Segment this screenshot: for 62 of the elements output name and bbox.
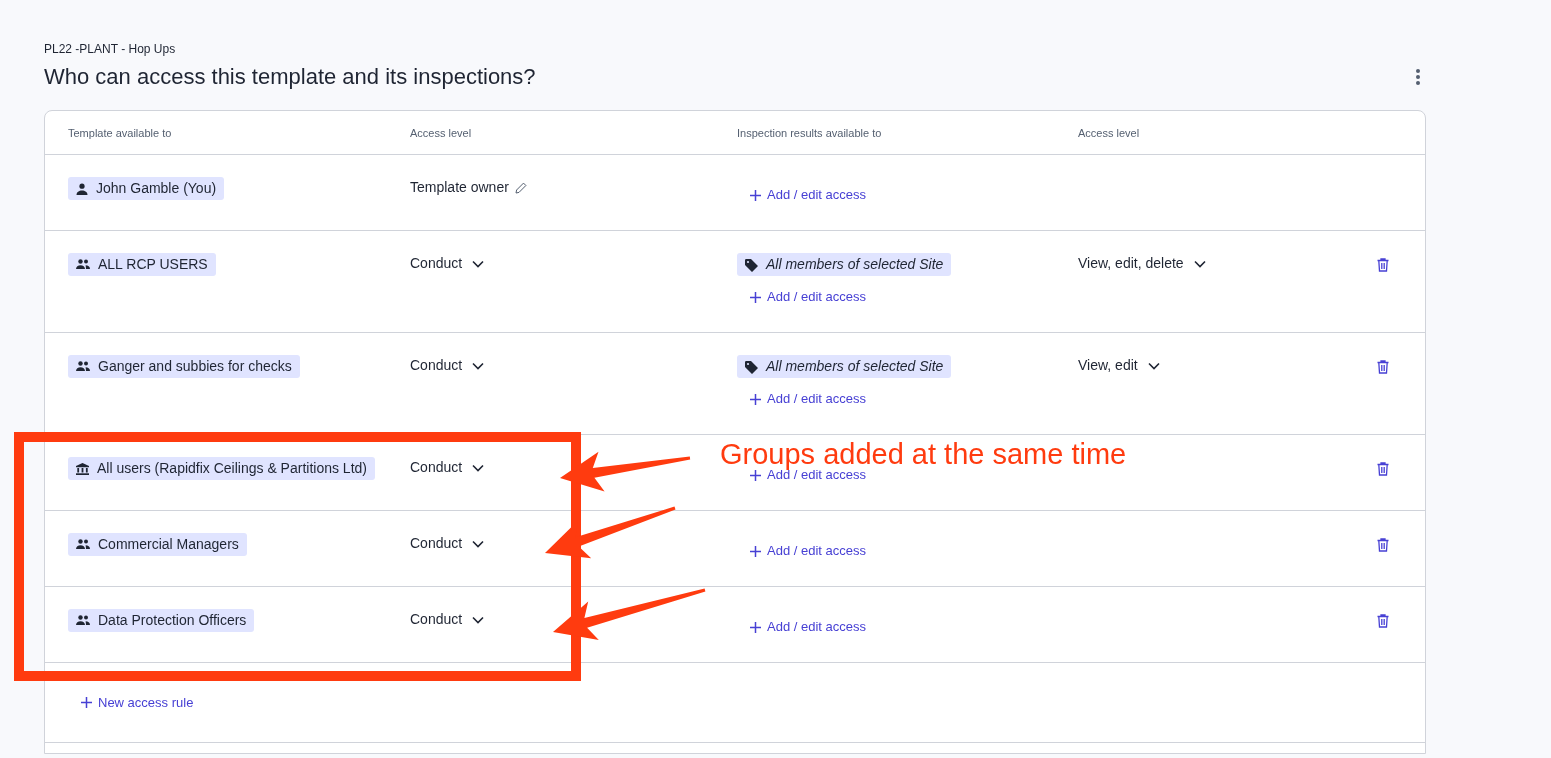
results-access-dropdown[interactable]: View, edit — [1078, 355, 1160, 377]
bank-icon — [76, 463, 89, 476]
principal-tag: Ganger and subbies for checks — [68, 355, 300, 379]
chevron-down-icon — [472, 615, 485, 624]
chevron-down-icon — [1147, 361, 1160, 370]
chevron-down-icon — [1193, 259, 1206, 268]
add-edit-access-link[interactable]: Add / edit access — [737, 386, 879, 413]
people-icon — [76, 539, 90, 550]
add-edit-access-link[interactable]: Add / edit access — [737, 182, 879, 209]
add-edit-access-link[interactable]: Add / edit access — [737, 538, 879, 565]
people-icon — [76, 259, 90, 270]
access-level-text: Template owner — [410, 178, 509, 198]
trash-icon — [1377, 258, 1389, 273]
add-edit-access-link[interactable]: Add / edit access — [737, 284, 879, 311]
plus-icon — [750, 545, 761, 557]
column-header: Inspection results available to — [737, 125, 883, 141]
column-header: Access level — [1078, 125, 1141, 141]
plus-icon — [750, 393, 761, 405]
chevron-down-icon — [472, 539, 485, 548]
trash-icon — [1377, 360, 1389, 375]
plus-icon — [750, 621, 761, 633]
plus-icon — [750, 469, 761, 481]
tag-icon — [745, 361, 758, 375]
principal-tag: All users (Rapidfix Ceilings & Partitions Ltd) — [68, 457, 375, 481]
people-icon — [76, 361, 90, 372]
delete-button[interactable] — [1375, 536, 1391, 555]
breadcrumb: PL22 -PLANT - Hop Ups — [44, 41, 177, 58]
people-icon — [76, 615, 90, 626]
delete-button[interactable] — [1375, 612, 1391, 631]
plus-icon — [81, 697, 92, 709]
add-edit-access-link[interactable]: Add / edit access — [737, 614, 879, 641]
delete-button[interactable] — [1375, 256, 1391, 275]
principal-tag: Commercial Managers — [68, 533, 247, 557]
person-icon — [76, 183, 88, 196]
delete-button[interactable] — [1375, 460, 1391, 479]
principal-tag: Data Protection Officers — [68, 609, 255, 633]
access-level-dropdown[interactable]: Conduct — [410, 533, 485, 555]
access-level-dropdown[interactable]: Conduct — [410, 355, 485, 377]
column-header: Template available to — [68, 125, 173, 141]
pencil-icon[interactable] — [514, 181, 527, 194]
plus-icon — [750, 189, 761, 201]
principal-tag: ALL RCP USERS — [68, 253, 216, 277]
chevron-down-icon — [472, 259, 485, 268]
results-access-dropdown[interactable]: View, edit, delete — [1078, 253, 1206, 275]
trash-icon — [1377, 462, 1389, 477]
audience-tag: All members of selected Site — [737, 355, 952, 379]
principal-tag: John Gamble (You) — [68, 177, 225, 201]
audience-tag: All members of selected Site — [737, 253, 952, 277]
plus-icon — [750, 291, 761, 303]
chevron-down-icon — [472, 361, 485, 370]
access-level-dropdown[interactable]: Conduct — [410, 609, 485, 631]
access-level-dropdown[interactable]: Conduct — [410, 253, 485, 275]
annotation-text: Groups added at the same time — [720, 441, 1127, 468]
column-header: Access level — [410, 125, 473, 141]
trash-icon — [1377, 538, 1389, 553]
trash-icon — [1377, 614, 1389, 629]
access-level-dropdown[interactable]: Conduct — [410, 457, 485, 479]
new-access-rule-link[interactable]: New access rule — [68, 689, 207, 716]
chevron-down-icon — [472, 463, 485, 472]
delete-button[interactable] — [1375, 358, 1391, 377]
tag-icon — [745, 259, 758, 273]
page-title: Who can access this template and its inspections? — [44, 64, 536, 91]
